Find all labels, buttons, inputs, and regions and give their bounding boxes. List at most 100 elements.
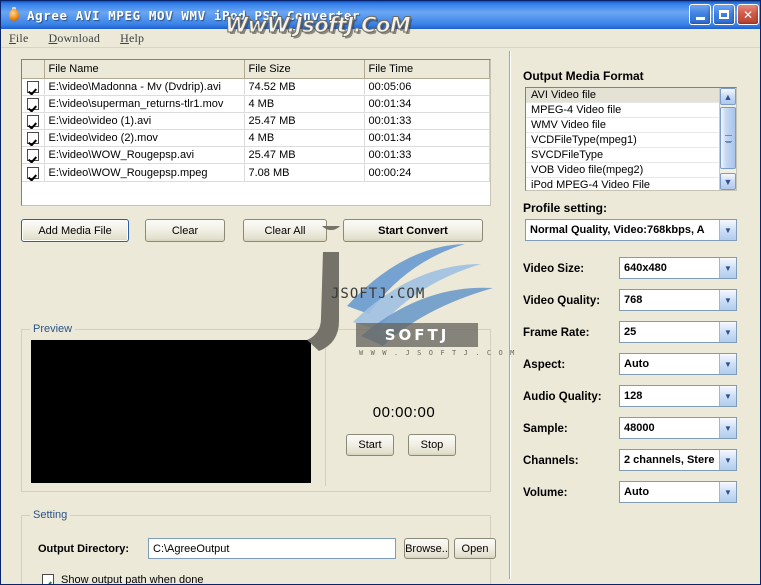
table-row[interactable]: E:\video\video (1).avi 25.47 MB 00:01:33 bbox=[22, 112, 490, 131]
row-checkbox[interactable] bbox=[26, 115, 39, 128]
row-checkbox-cell[interactable] bbox=[22, 146, 45, 165]
video-size-value: 640x480 bbox=[624, 262, 667, 274]
chevron-down-icon: ▼ bbox=[719, 482, 736, 502]
column-header-filesize[interactable]: File Size bbox=[244, 60, 365, 79]
table-row[interactable]: E:\video\video (2).mov 4 MB 00:01:34 bbox=[22, 129, 490, 148]
chevron-down-icon: ▼ bbox=[719, 450, 736, 470]
table-row[interactable]: E:\video\superman_returns-tlr1.mov 4 MB … bbox=[22, 95, 490, 114]
row-checkbox-cell[interactable] bbox=[22, 129, 45, 148]
show-output-path-label: Show output path when done bbox=[61, 574, 204, 585]
preview-video-surface[interactable] bbox=[31, 340, 311, 483]
profile-setting-value: Normal Quality, Video:768kbps, A bbox=[530, 224, 705, 236]
preview-start-button[interactable]: Start bbox=[346, 434, 394, 456]
output-format-item-vcd[interactable]: VCDFileType(mpeg1) bbox=[526, 133, 719, 148]
volume-label: Volume: bbox=[523, 487, 568, 499]
menu-bar: File Download Help bbox=[1, 29, 760, 48]
row-checkbox-cell[interactable] bbox=[22, 163, 45, 182]
preview-controls: 00:00:00 Start Stop bbox=[325, 334, 481, 486]
volume-combo[interactable]: Auto ▼ bbox=[619, 481, 737, 503]
aspect-combo[interactable]: Auto ▼ bbox=[619, 353, 737, 375]
output-format-item-ipod[interactable]: iPod MPEG-4 Video File bbox=[526, 178, 719, 190]
row-checkbox[interactable] bbox=[26, 98, 39, 111]
output-directory-input[interactable] bbox=[148, 538, 396, 559]
output-format-item-wmv[interactable]: WMV Video file bbox=[526, 118, 719, 133]
aspect-value: Auto bbox=[624, 358, 650, 370]
menu-item-file[interactable]: File bbox=[9, 31, 28, 46]
cell-filesize: 7.08 MB bbox=[244, 163, 365, 182]
cell-filesize: 4 MB bbox=[244, 95, 365, 114]
frame-rate-combo[interactable]: 25 ▼ bbox=[619, 321, 737, 343]
browse-button[interactable]: Browse.. bbox=[404, 538, 449, 559]
start-convert-button[interactable]: Start Convert bbox=[343, 219, 483, 242]
menu-file-mnemonic: F bbox=[9, 30, 16, 45]
preview-timecode: 00:00:00 bbox=[372, 404, 436, 421]
title-bar[interactable]: Agree AVI MPEG MOV WMV iPod PSP Converte… bbox=[1, 1, 760, 29]
profile-setting-combo[interactable]: Normal Quality, Video:768kbps, A ▼ bbox=[525, 219, 737, 241]
cell-filename: E:\video\video (2).mov bbox=[44, 129, 245, 148]
row-checkbox[interactable] bbox=[26, 166, 39, 179]
close-button[interactable]: ✕ bbox=[737, 4, 759, 25]
chevron-down-icon: ▼ bbox=[719, 290, 736, 310]
panel-divider bbox=[509, 51, 511, 579]
output-media-format-list[interactable]: AVI Video file MPEG-4 Video file WMV Vid… bbox=[525, 87, 737, 191]
video-quality-combo[interactable]: 768 ▼ bbox=[619, 289, 737, 311]
video-quality-label: Video Quality: bbox=[523, 295, 601, 307]
chevron-down-icon: ▼ bbox=[719, 322, 736, 342]
row-checkbox-cell[interactable] bbox=[22, 112, 45, 131]
cell-filename: E:\video\WOW_Rougepsp.mpeg bbox=[44, 163, 245, 182]
channels-combo[interactable]: 2 channels, Stere ▼ bbox=[619, 449, 737, 471]
table-row[interactable]: E:\video\Madonna - Mv (Dvdrip).avi 74.52… bbox=[22, 78, 490, 97]
menu-file-label: ile bbox=[15, 30, 29, 45]
column-header-check[interactable] bbox=[22, 60, 45, 79]
cell-filetime: 00:05:06 bbox=[364, 78, 490, 97]
row-checkbox[interactable] bbox=[26, 149, 39, 162]
aspect-label: Aspect: bbox=[523, 359, 566, 371]
show-output-path-checkbox[interactable] bbox=[42, 574, 54, 584]
chevron-down-icon: ▼ bbox=[719, 386, 736, 406]
video-quality-value: 768 bbox=[624, 294, 643, 306]
clear-all-button[interactable]: Clear All bbox=[243, 219, 327, 242]
sample-combo[interactable]: 48000 ▼ bbox=[619, 417, 737, 439]
preview-group-title: Preview bbox=[30, 323, 76, 335]
scroll-up-icon[interactable]: ▲ bbox=[720, 88, 736, 105]
audio-quality-value: 128 bbox=[624, 390, 643, 402]
table-row[interactable]: E:\video\WOW_Rougepsp.avi 25.47 MB 00:01… bbox=[22, 146, 490, 165]
clear-button[interactable]: Clear bbox=[145, 219, 225, 242]
scrollbar-thumb[interactable] bbox=[720, 107, 736, 169]
maximize-button[interactable] bbox=[713, 4, 735, 25]
scroll-down-icon[interactable]: ▼ bbox=[720, 173, 736, 190]
cell-filetime: 00:01:33 bbox=[364, 146, 490, 165]
menu-item-download[interactable]: Download bbox=[48, 31, 100, 46]
row-checkbox-cell[interactable] bbox=[22, 95, 45, 114]
right-panel: Output Media Format AVI Video file MPEG-… bbox=[515, 51, 760, 579]
output-format-item-svcd[interactable]: SVCDFileType bbox=[526, 148, 719, 163]
video-size-combo[interactable]: 640x480 ▼ bbox=[619, 257, 737, 279]
audio-quality-combo[interactable]: 128 ▼ bbox=[619, 385, 737, 407]
column-header-filename[interactable]: File Name bbox=[44, 60, 245, 79]
setting-group: Setting Output Directory: Browse.. Open … bbox=[21, 509, 496, 585]
table-row[interactable]: E:\video\WOW_Rougepsp.mpeg 7.08 MB 00:00… bbox=[22, 163, 490, 182]
preview-stop-button[interactable]: Stop bbox=[408, 434, 456, 456]
show-output-path-row[interactable]: Show output path when done bbox=[42, 574, 204, 585]
output-format-item-mpeg4[interactable]: MPEG-4 Video file bbox=[526, 103, 719, 118]
output-format-scrollbar[interactable]: ▲ ▼ bbox=[719, 88, 736, 190]
minimize-button[interactable] bbox=[689, 4, 711, 25]
preview-group: Preview 00:00:00 Start Stop bbox=[21, 323, 491, 492]
row-checkbox[interactable] bbox=[26, 81, 39, 94]
row-checkbox-cell[interactable] bbox=[22, 78, 45, 97]
frame-rate-label: Frame Rate: bbox=[523, 327, 590, 339]
media-file-list[interactable]: File Name File Size File Time E:\video\M… bbox=[21, 59, 491, 206]
cell-filesize: 74.52 MB bbox=[244, 78, 365, 97]
add-media-file-button[interactable]: Add Media File bbox=[21, 219, 129, 242]
output-format-item-avi[interactable]: AVI Video file bbox=[526, 88, 719, 103]
open-button[interactable]: Open bbox=[454, 538, 496, 559]
volume-value: Auto bbox=[624, 486, 650, 498]
sample-value: 48000 bbox=[624, 422, 655, 434]
left-panel: File Name File Size File Time E:\video\M… bbox=[7, 51, 509, 584]
row-checkbox[interactable] bbox=[26, 132, 39, 145]
output-format-item-vob[interactable]: VOB Video file(mpeg2) bbox=[526, 163, 719, 178]
cell-filename: E:\video\superman_returns-tlr1.mov bbox=[44, 95, 245, 114]
column-header-filetime[interactable]: File Time bbox=[364, 60, 490, 79]
menu-item-help[interactable]: Help bbox=[120, 31, 144, 46]
menu-help-mnemonic: H bbox=[120, 30, 129, 45]
